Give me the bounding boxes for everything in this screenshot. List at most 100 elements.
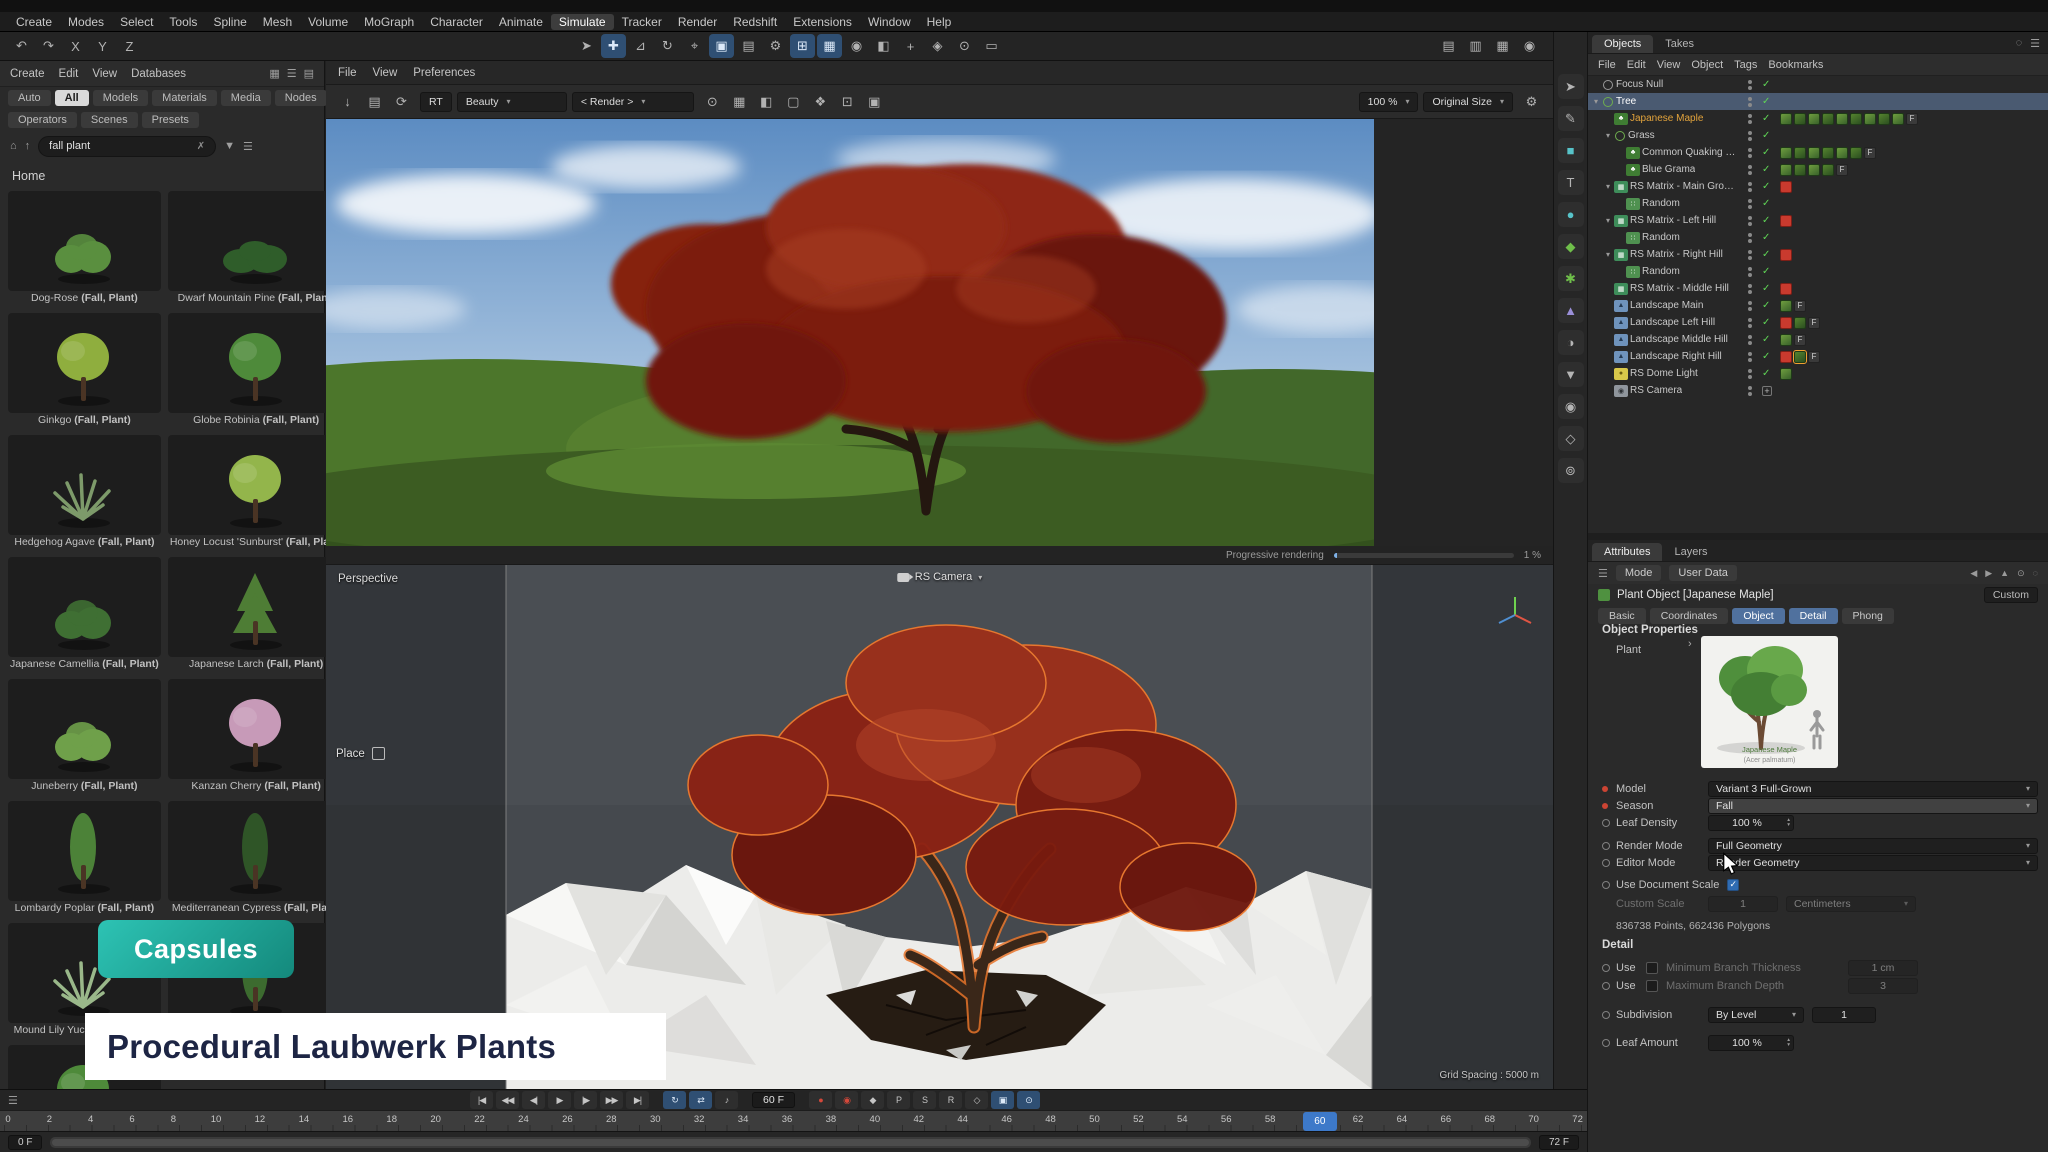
- attr-nav-icon-0[interactable]: ◀: [1970, 568, 1977, 579]
- object-row-random[interactable]: ∷Random✓: [1588, 263, 2048, 280]
- visibility-dots[interactable]: [1748, 284, 1752, 294]
- thumbnail-view-icon[interactable]: ▦: [269, 67, 279, 80]
- objects-menu-bookmarks[interactable]: Bookmarks: [1768, 59, 1823, 71]
- attr-nav-icon-4[interactable]: ◌: [2033, 568, 2038, 579]
- texture-tag-icon[interactable]: [1808, 164, 1820, 176]
- visibility-dots[interactable]: [1748, 352, 1752, 362]
- enabled-check-icon[interactable]: ✓: [1762, 215, 1770, 226]
- expand-plus-icon[interactable]: +: [1762, 386, 1772, 396]
- visibility-dots[interactable]: [1748, 267, 1752, 277]
- volume-builder-icon[interactable]: ◆: [1558, 234, 1584, 259]
- record-parameter-button[interactable]: ◇: [965, 1091, 988, 1109]
- brush-icon[interactable]: ⊚: [1558, 458, 1584, 483]
- enabled-check-icon[interactable]: ✓: [1762, 147, 1770, 158]
- texture-tag-icon[interactable]: [1892, 113, 1904, 125]
- objects-menu-view[interactable]: View: [1657, 59, 1681, 71]
- object-row-blue-grama[interactable]: ♣Blue Grama✓F: [1588, 161, 2048, 178]
- menu-animate[interactable]: Animate: [491, 14, 551, 30]
- panel-splitter[interactable]: [1588, 533, 2048, 540]
- visibility-dots[interactable]: [1748, 165, 1752, 175]
- menu-mograph[interactable]: MoGraph: [356, 14, 422, 30]
- pen-tool-icon[interactable]: ✎: [1558, 106, 1584, 131]
- plant-preview[interactable]: Japanese Maple (Acer palmatum): [1701, 636, 1838, 768]
- subdivision-count-field[interactable]: 1: [1812, 1007, 1876, 1023]
- object-row-rs-matrix-left-hill[interactable]: ▾▦RS Matrix - Left Hill✓: [1588, 212, 2048, 229]
- visibility-dots[interactable]: [1748, 335, 1752, 345]
- texture-tag-icon[interactable]: [1780, 164, 1792, 176]
- texture-tag-icon[interactable]: [1794, 113, 1806, 125]
- field-icon[interactable]: ◑: [1558, 330, 1584, 355]
- tab-layers[interactable]: Layers: [1662, 543, 1719, 561]
- history-icon[interactable]: ▤: [362, 90, 387, 114]
- rv-menu-preferences[interactable]: Preferences: [413, 67, 475, 79]
- range-start-field[interactable]: 0 F: [8, 1135, 42, 1150]
- visibility-dots[interactable]: [1748, 199, 1752, 209]
- layout-standard-icon[interactable]: ▤: [1436, 34, 1461, 58]
- enabled-check-icon[interactable]: ✓: [1762, 164, 1770, 175]
- range-handle[interactable]: [52, 1139, 1529, 1146]
- texture-tag-icon[interactable]: [1794, 147, 1806, 159]
- visibility-dots[interactable]: [1748, 216, 1752, 226]
- objects-menu-icon[interactable]: ☰: [2030, 37, 2040, 50]
- asset-item-japanese-camellia[interactable]: Japanese Camellia (Fall, Plant): [6, 555, 163, 674]
- enabled-check-icon[interactable]: ✓: [1762, 300, 1770, 311]
- texture-tag-icon[interactable]: [1780, 300, 1792, 312]
- model-dropdown[interactable]: Variant 3 Full-Grown ▾: [1708, 781, 2038, 797]
- play-button[interactable]: ▶: [548, 1091, 571, 1109]
- viewport-label[interactable]: Perspective: [338, 573, 398, 585]
- enabled-check-icon[interactable]: ✓: [1762, 351, 1770, 362]
- browser-menu-icon[interactable]: ▤: [304, 67, 314, 80]
- menu-tools[interactable]: Tools: [161, 14, 205, 30]
- asset-item-globe-robinia[interactable]: Globe Robinia (Fall, Plant): [166, 311, 347, 430]
- texture-tag-icon[interactable]: [1836, 113, 1848, 125]
- render-picture-viewer-icon[interactable]: ▤: [736, 34, 761, 58]
- season-anim-dot[interactable]: [1602, 803, 1616, 809]
- coordinate-system-icon[interactable]: ⌖: [682, 34, 707, 58]
- texture-tag-icon[interactable]: [1808, 113, 1820, 125]
- render-view-icon[interactable]: ▣: [709, 34, 734, 58]
- texture-tag-icon[interactable]: [1794, 164, 1806, 176]
- render-view-settings-icon[interactable]: ⚙: [1519, 90, 1544, 114]
- object-row-japanese-maple[interactable]: ♣Japanese Maple✓F: [1588, 110, 2048, 127]
- enabled-check-icon[interactable]: ✓: [1762, 249, 1770, 260]
- attr-nav-icon-2[interactable]: ▲: [2000, 568, 2009, 579]
- custom-scale-field[interactable]: 1: [1708, 896, 1778, 912]
- browser-settings-icon[interactable]: ☰: [243, 140, 253, 153]
- object-row-random[interactable]: ∷Random✓: [1588, 229, 2048, 246]
- filter-tab-models[interactable]: Models: [93, 90, 148, 106]
- visibility-dots[interactable]: [1748, 301, 1752, 311]
- subdivision-dropdown[interactable]: By Level ▾: [1708, 1007, 1804, 1023]
- min-branch-field[interactable]: 1 cm: [1848, 960, 1918, 976]
- texture-tag-icon[interactable]: [1850, 147, 1862, 159]
- size-dropdown[interactable]: Original Size ▾: [1423, 92, 1513, 112]
- menu-render[interactable]: Render: [670, 14, 725, 30]
- viewport-camera-menu[interactable]: RS Camera ▾: [897, 571, 982, 583]
- redshift-tag-icon[interactable]: [1780, 249, 1792, 261]
- next-key-button[interactable]: ▶▶: [600, 1091, 623, 1109]
- field-tag-icon[interactable]: F: [1794, 334, 1806, 346]
- snap-toggle-icon[interactable]: ⊞: [790, 34, 815, 58]
- picture-viewer-icon[interactable]: ▣: [862, 90, 887, 114]
- axis-z-lock-icon[interactable]: Z: [117, 34, 142, 58]
- texture-tag-icon[interactable]: [1822, 147, 1834, 159]
- mode-button[interactable]: Mode: [1616, 565, 1662, 581]
- list-view-icon[interactable]: ☰: [287, 67, 297, 80]
- text-tool-icon[interactable]: T: [1558, 170, 1584, 195]
- texture-tag-icon[interactable]: [1836, 147, 1848, 159]
- attr-tab-phong[interactable]: Phong: [1842, 608, 1894, 624]
- range-track[interactable]: [50, 1137, 1531, 1148]
- object-row-landscape-middle-hill[interactable]: ▲Landscape Middle Hill✓F: [1588, 331, 2048, 348]
- texture-tag-icon[interactable]: [1822, 164, 1834, 176]
- playhead[interactable]: 60: [1303, 1112, 1337, 1131]
- asset-item-juneberry[interactable]: Juneberry (Fall, Plant): [6, 677, 163, 796]
- save-image-icon[interactable]: ↓: [335, 90, 360, 114]
- attr-tab-coordinates[interactable]: Coordinates: [1650, 608, 1729, 624]
- field-tag-icon[interactable]: F: [1808, 317, 1820, 329]
- object-row-rs-camera[interactable]: ◉RS Camera+: [1588, 382, 2048, 399]
- scale-tool-icon[interactable]: ⊿: [628, 34, 653, 58]
- asset-item-honey-locust-sunburst[interactable]: Honey Locust 'Sunburst' (Fall, Plant): [166, 433, 347, 552]
- rotate-tool-icon[interactable]: ↻: [655, 34, 680, 58]
- menu-tracker[interactable]: Tracker: [614, 14, 670, 30]
- enabled-check-icon[interactable]: ✓: [1762, 317, 1770, 328]
- enabled-check-icon[interactable]: ✓: [1762, 79, 1770, 90]
